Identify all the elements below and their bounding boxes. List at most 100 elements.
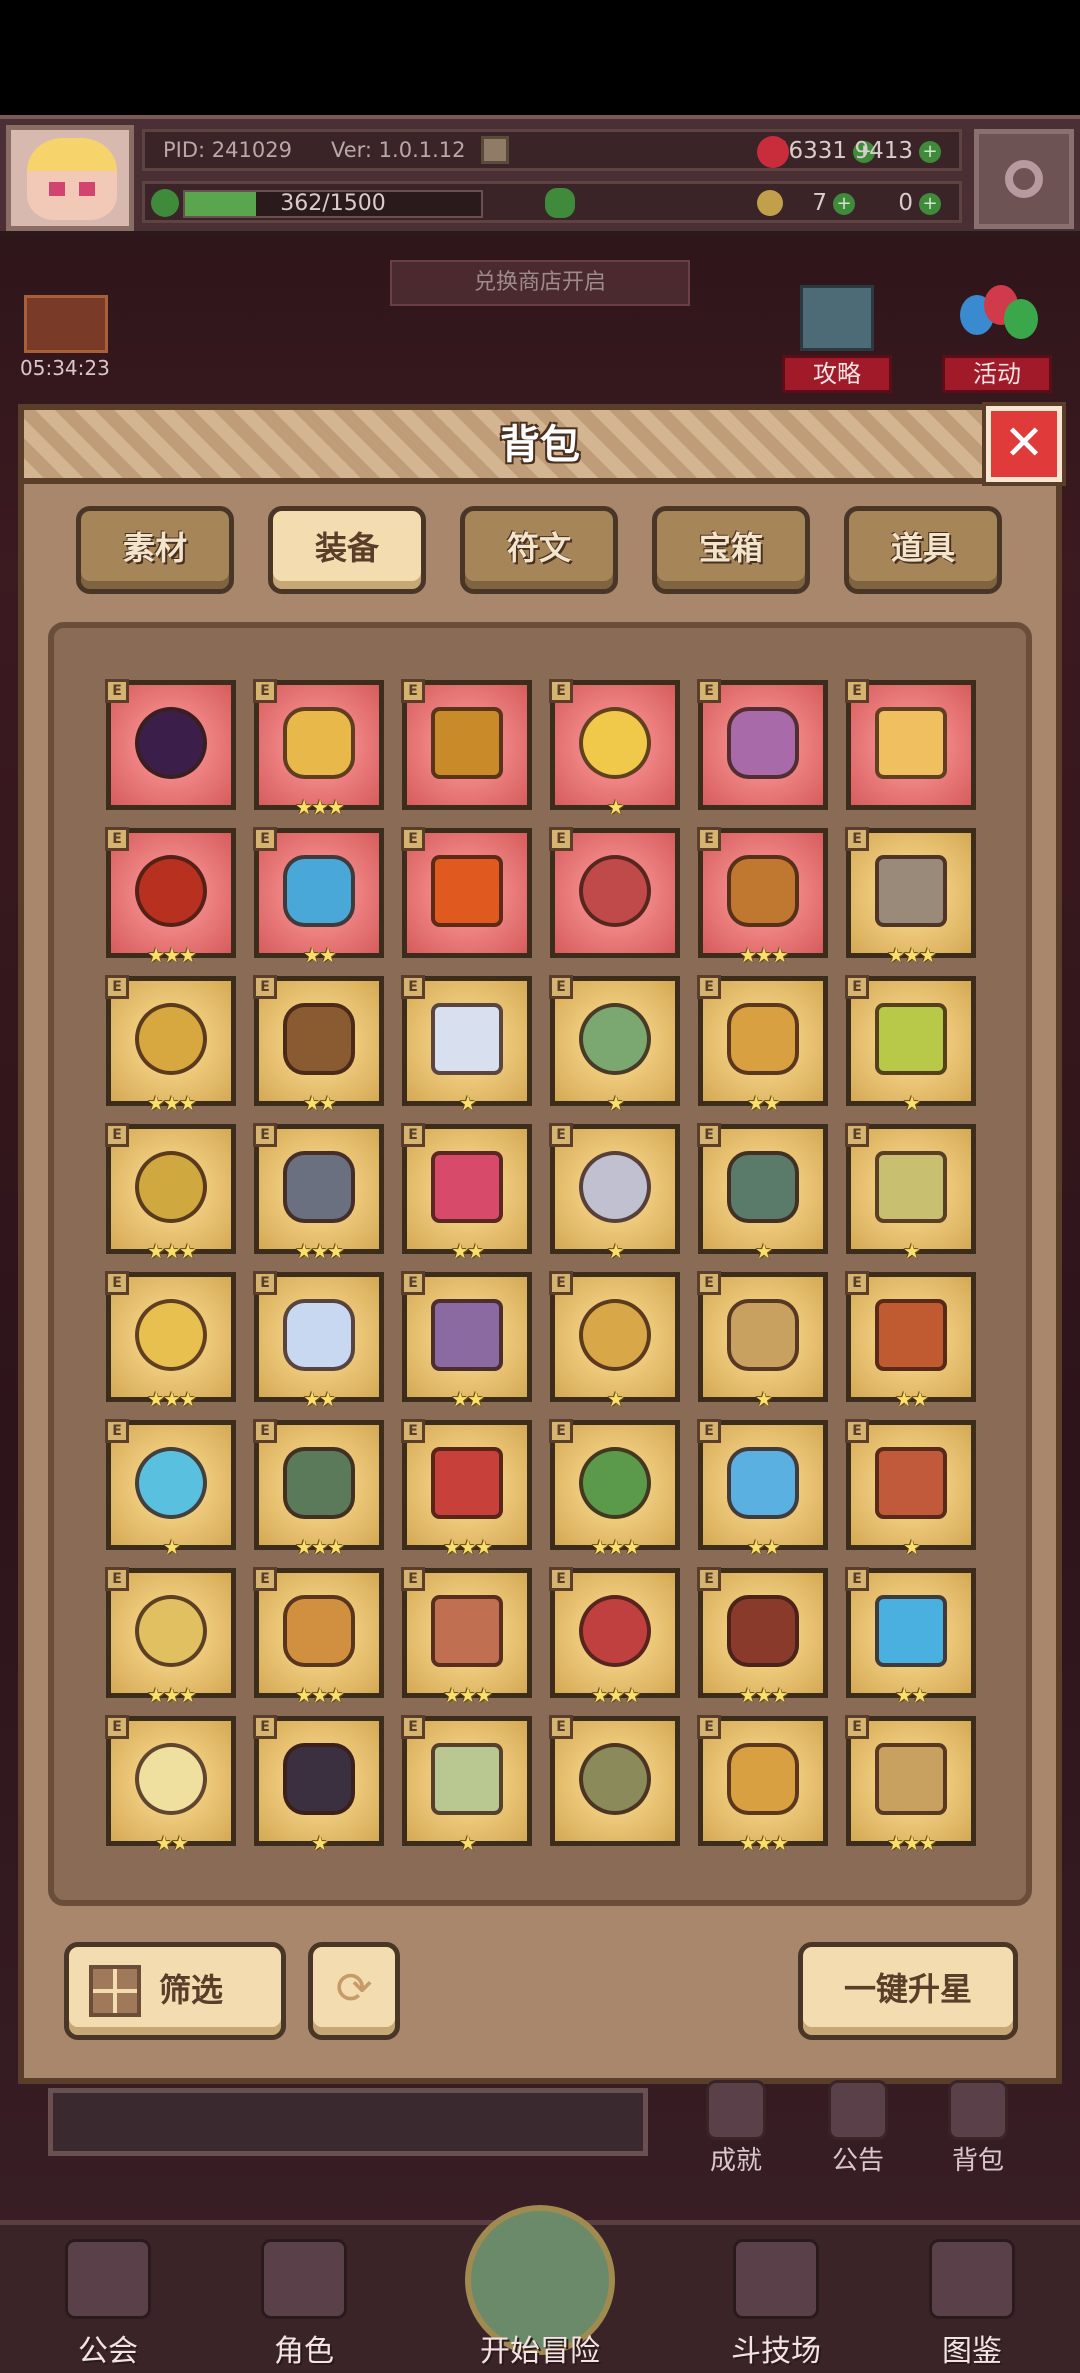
inventory-slot[interactable]: E ★★★ xyxy=(401,1419,532,1559)
tab-equipment[interactable]: 装备 xyxy=(268,506,426,594)
ice-staff-icon xyxy=(431,1003,503,1075)
inventory-slot[interactable]: E ★★ xyxy=(253,1271,384,1411)
inventory-slot[interactable]: E ★★★ xyxy=(549,1419,680,1559)
dagger-icon xyxy=(283,1151,355,1223)
inventory-slot[interactable]: E ★★★ xyxy=(549,1567,680,1707)
avatar[interactable] xyxy=(6,125,134,231)
inventory-slot[interactable]: E ★★ xyxy=(401,1271,532,1411)
gift-box-icon[interactable] xyxy=(24,295,108,353)
inventory-slot[interactable]: E ★ xyxy=(401,975,532,1115)
inventory-slot[interactable]: E ★ xyxy=(697,1271,828,1411)
star-rating: ★★★ xyxy=(887,943,937,967)
star-rating: ★★★ xyxy=(443,1683,493,1707)
inventory-slot[interactable]: E ★★★ xyxy=(253,679,384,819)
tab-materials[interactable]: 素材 xyxy=(76,506,234,594)
add-bean-icon[interactable]: + xyxy=(919,192,941,215)
equip-badge: E xyxy=(253,1419,277,1443)
inventory-slot[interactable]: E ★ xyxy=(549,1271,680,1411)
gold-ring-icon xyxy=(875,707,947,779)
inventory-slot[interactable]: E ★★★ xyxy=(253,1419,384,1559)
filter-button[interactable]: 筛选 xyxy=(64,1942,286,2040)
ice-cape-icon xyxy=(135,1447,207,1519)
inventory-slot[interactable]: E ★ xyxy=(253,1715,384,1855)
star-rating: ★★★ xyxy=(295,1239,345,1263)
inventory-slot[interactable]: E ★ xyxy=(549,679,680,819)
leaf-armor-icon xyxy=(579,1447,651,1519)
copy-icon[interactable] xyxy=(481,136,509,164)
inventory-slot[interactable]: E ★★★ xyxy=(697,1567,828,1707)
nav-character[interactable]: 角色 xyxy=(196,2225,412,2373)
guide-button[interactable]: 攻略 xyxy=(782,285,892,395)
inventory-slot[interactable]: E ★★★ xyxy=(845,827,976,967)
inventory-slot[interactable]: E ★★ xyxy=(253,827,384,967)
nav-arena[interactable]: 斗技场 xyxy=(668,2225,884,2373)
inventory-slot[interactable]: E ★★★ xyxy=(697,827,828,967)
inventory-slot[interactable]: E ★★ xyxy=(253,975,384,1115)
inventory-slot[interactable]: E ★★ xyxy=(401,1123,532,1263)
one-click-star-up-button[interactable]: 一键升星 xyxy=(798,1942,1018,2040)
inventory-slot[interactable]: E ★ xyxy=(549,975,680,1115)
bag-button[interactable]: 背包 xyxy=(928,2080,1028,2180)
nav-guild[interactable]: 公会 xyxy=(0,2225,216,2373)
inventory-slot[interactable]: E ★★ xyxy=(845,1567,976,1707)
inventory-slot[interactable]: E ★★ xyxy=(105,1715,236,1855)
filter-label: 筛选 xyxy=(159,1971,224,2009)
achievement-button[interactable]: 成就 xyxy=(686,2080,786,2180)
inventory-slot[interactable]: E ★★★ xyxy=(105,1271,236,1411)
nav-codex[interactable]: 图鉴 xyxy=(864,2225,1080,2373)
star-rating: ★ xyxy=(311,1831,329,1855)
notice-button[interactable]: 公告 xyxy=(808,2080,908,2180)
inventory-slot[interactable]: E ★ xyxy=(697,1123,828,1263)
gem-gauntlet-icon xyxy=(431,1595,503,1667)
add-clover-icon[interactable]: + xyxy=(833,192,855,215)
inventory-slot[interactable]: E ★★★ xyxy=(105,1567,236,1707)
inventory-slot[interactable]: E ★★★ xyxy=(105,1123,236,1263)
tab-runes[interactable]: 符文 xyxy=(460,506,618,594)
nav-adventure-label: 开始冒险 xyxy=(480,2334,600,2369)
tab-items[interactable]: 道具 xyxy=(844,506,1002,594)
wooden-club-icon xyxy=(283,1003,355,1075)
inventory-slot[interactable]: E xyxy=(401,679,532,810)
inventory-slot[interactable]: E ★ xyxy=(105,1419,236,1559)
inventory-slot[interactable]: E ★ xyxy=(401,1715,532,1855)
inventory-slot[interactable]: E xyxy=(105,679,236,810)
add-gem-icon[interactable]: + xyxy=(919,140,941,163)
equip-badge: E xyxy=(845,1271,869,1295)
inventory-slot[interactable]: E ★★★ xyxy=(105,975,236,1115)
inventory-slot[interactable]: E ★ xyxy=(845,975,976,1115)
inventory-slot[interactable]: E ★★ xyxy=(845,1271,976,1411)
inventory-slot[interactable]: E ★ xyxy=(845,1419,976,1559)
inventory-slot[interactable]: E ★ xyxy=(549,1123,680,1263)
inventory-slot[interactable]: E xyxy=(845,679,976,810)
inventory-slot[interactable]: E xyxy=(697,679,828,810)
pearl-ring-icon xyxy=(875,1743,947,1815)
inventory-slot[interactable]: E xyxy=(549,1715,680,1846)
tab-chests[interactable]: 宝箱 xyxy=(652,506,810,594)
star-rating: ★★★ xyxy=(591,1535,641,1559)
refresh-button[interactable]: ⟳ xyxy=(308,1942,400,2040)
exchange-banner[interactable]: 兑换商店开启 xyxy=(390,260,690,306)
event-button[interactable]: 活动 xyxy=(942,285,1052,395)
inventory-slot[interactable]: E xyxy=(549,827,680,958)
straw-hat-icon xyxy=(283,707,355,779)
inventory-slot[interactable]: E ★ xyxy=(845,1123,976,1263)
nav-arena-label: 斗技场 xyxy=(731,2334,821,2369)
inventory-slot[interactable]: E ★★★ xyxy=(401,1567,532,1707)
close-button[interactable]: ✕ xyxy=(982,402,1066,486)
inventory-slot[interactable]: E ★★★ xyxy=(845,1715,976,1855)
inventory-slot[interactable]: E ★★★ xyxy=(253,1123,384,1263)
inventory-slot[interactable]: E ★★★ xyxy=(697,1715,828,1855)
guide-label: 攻略 xyxy=(782,355,892,393)
flame-crown-icon xyxy=(431,855,503,927)
equip-badge: E xyxy=(845,1567,869,1591)
inventory-slot[interactable]: E ★★ xyxy=(697,975,828,1115)
inventory-slot[interactable]: E ★★★ xyxy=(253,1567,384,1707)
inventory-slot[interactable]: E xyxy=(401,827,532,958)
equip-badge: E xyxy=(697,1419,721,1443)
royal-robe-icon xyxy=(431,1447,503,1519)
fire-hood-icon xyxy=(875,1299,947,1371)
inventory-slot[interactable]: E ★★★ xyxy=(105,827,236,967)
settings-button[interactable] xyxy=(974,129,1074,229)
inventory-slot[interactable]: E ★★ xyxy=(697,1419,828,1559)
nav-adventure[interactable]: 开始冒险 xyxy=(432,2205,648,2373)
